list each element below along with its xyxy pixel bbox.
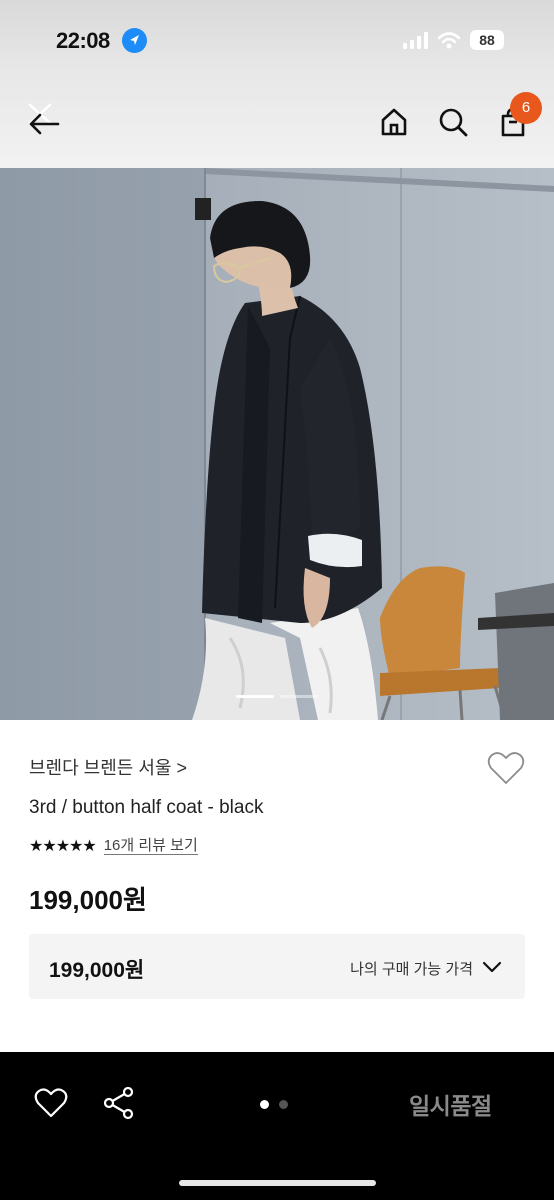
home-indicator[interactable]	[179, 1180, 376, 1186]
search-button[interactable]	[433, 102, 473, 142]
page-indicator	[260, 1100, 288, 1109]
signal-icon	[403, 31, 428, 49]
my-price-label: 나의 구매 가능 가격	[350, 961, 473, 978]
page-dot	[260, 1100, 269, 1109]
cart-count-badge: 6	[510, 92, 542, 124]
header: 22:08 88 6	[0, 0, 554, 168]
share-icon[interactable]	[102, 1086, 136, 1120]
brand-link[interactable]: 브렌다 브렌든 서울 >	[29, 754, 187, 780]
product-detail-page: 22:08 88 6 브렌다 브렌든 서울 > 3rd / button hal…	[0, 0, 554, 1200]
carousel-dot	[280, 695, 318, 698]
wishlist-button[interactable]	[487, 750, 525, 786]
back-arrow-icon	[28, 103, 60, 135]
bottom-action-bar: 일시품절	[0, 1052, 554, 1200]
product-title: 3rd / button half coat - black	[29, 797, 264, 818]
heart-icon	[487, 752, 525, 784]
carousel-dot	[236, 695, 274, 698]
home-button[interactable]	[374, 102, 414, 142]
chevron-down-icon	[482, 961, 502, 973]
product-image[interactable]	[0, 168, 554, 720]
sold-out-button[interactable]: 일시품절	[409, 1087, 492, 1121]
rating-stars: ★★★★★	[29, 838, 97, 855]
heart-icon[interactable]	[34, 1086, 68, 1120]
status-icons: 88	[403, 30, 504, 50]
location-icon	[122, 28, 147, 53]
search-icon	[439, 108, 468, 137]
product-price: 199,000원	[29, 885, 147, 915]
image-carousel-indicator	[236, 695, 318, 698]
my-price-dropdown[interactable]: 199,000원 나의 구매 가능 가격	[29, 934, 525, 999]
status-time: 22:08	[56, 28, 110, 53]
my-price-value: 199,000원	[49, 959, 145, 982]
battery-indicator: 88	[470, 30, 504, 50]
review-link[interactable]: 16개 리뷰 보기	[103, 837, 198, 855]
back-button[interactable]	[22, 102, 62, 142]
home-icon	[381, 108, 407, 136]
rating-row: ★★★★★ 16개 리뷰 보기	[29, 836, 198, 856]
wifi-icon	[438, 31, 460, 48]
page-dot	[279, 1100, 288, 1109]
